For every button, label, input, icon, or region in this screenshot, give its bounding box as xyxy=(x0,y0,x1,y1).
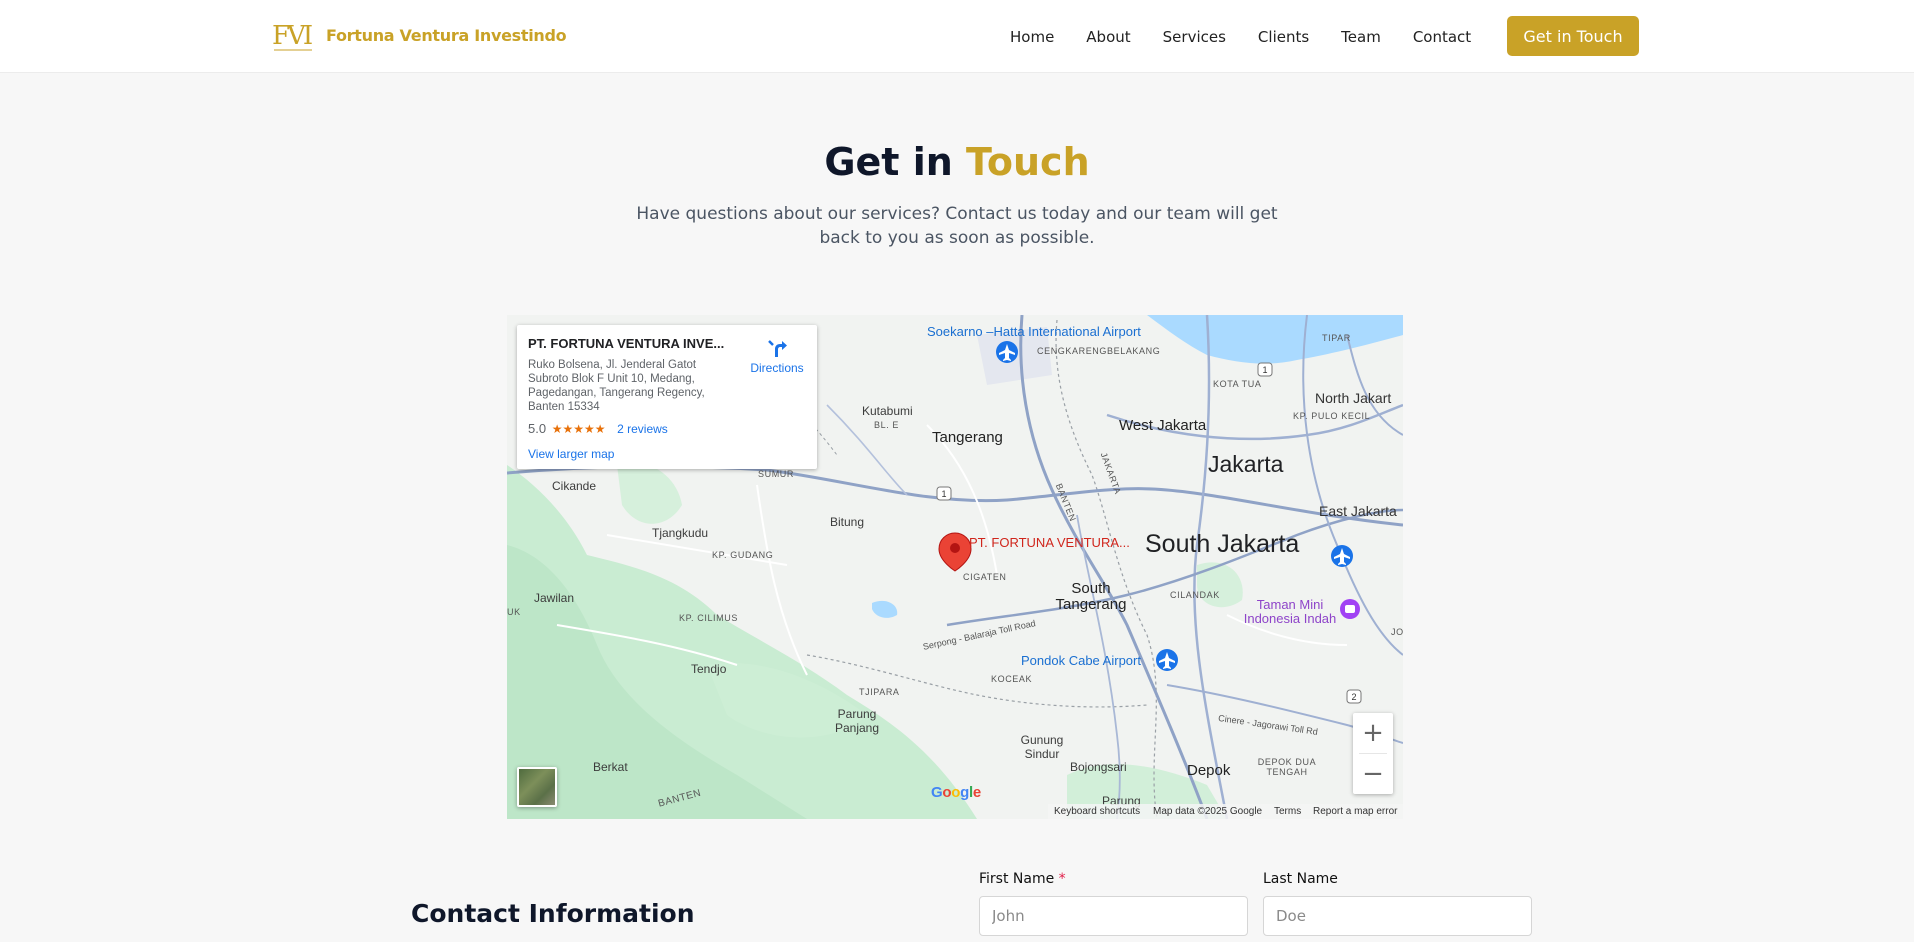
google-logo: Google xyxy=(931,784,981,801)
directions-button[interactable]: Directions xyxy=(745,337,809,375)
map-label: Gunung Sindur xyxy=(1020,733,1064,761)
reviews-link[interactable]: 2 reviews xyxy=(617,422,668,436)
map-label: Tjangkudu xyxy=(652,526,709,540)
map-label: CILANDAK xyxy=(1170,590,1220,600)
last-name-label: Last Name xyxy=(1263,871,1338,887)
nav-home[interactable]: Home xyxy=(1010,28,1054,46)
page-subtitle: Have questions about our services? Conta… xyxy=(636,204,1278,248)
brand-name: Fortuna Ventura Investindo xyxy=(326,25,567,45)
map-data-text: Map data ©2025 Google xyxy=(1153,806,1263,817)
svg-text:2: 2 xyxy=(1351,692,1356,702)
page-title: Get in Touch xyxy=(0,140,1914,184)
first-name-label: First Name * xyxy=(979,871,1066,887)
rating-stars-icon: ★★★★★ xyxy=(551,422,606,436)
map-label-airport: Pondok Cabe Airport xyxy=(1021,653,1141,668)
site-header: FVI Fortuna Ventura Investindo Home Abou… xyxy=(0,0,1914,73)
map-label: Jakarta xyxy=(1208,451,1284,477)
road-shield-icon: 1 xyxy=(1257,362,1273,377)
first-name-label-text: First Name xyxy=(979,871,1055,887)
place-name: PT. FORTUNA VENTURA INVE... xyxy=(528,336,725,351)
map-label: CIGATEN xyxy=(963,572,1007,582)
required-mark: * xyxy=(1058,871,1066,887)
nav-services[interactable]: Services xyxy=(1163,28,1226,46)
place-info-card: PT. FORTUNA VENTURA INVE... Ruko Bolsena… xyxy=(517,325,817,469)
map-label: BL. E xyxy=(874,420,900,430)
road-shield-icon: 1 xyxy=(936,486,952,501)
map-label: CENGKARENGBELAKANG xyxy=(1037,346,1161,356)
map-label: Taman Mini Indonesia Indah xyxy=(1243,597,1337,626)
last-name-input[interactable] xyxy=(1263,896,1532,936)
zoom-in-button[interactable]: + xyxy=(1353,713,1393,753)
rating-value: 5.0 xyxy=(528,421,547,436)
map-label: KOCEAK xyxy=(991,674,1033,684)
svg-text:FVI: FVI xyxy=(272,21,312,51)
map-label: Tendjo xyxy=(691,662,727,676)
satellite-layer-toggle[interactable] xyxy=(517,767,557,807)
contact-information-heading: Contact Information xyxy=(411,899,695,928)
get-in-touch-button[interactable]: Get in Touch xyxy=(1507,16,1639,56)
map-label: West Jakarta xyxy=(1119,417,1207,434)
title-part-1: Get in xyxy=(824,140,953,184)
logo-mark-icon: FVI xyxy=(272,21,315,51)
title-accent: Touch xyxy=(966,140,1090,184)
map-label: Cikande xyxy=(552,479,597,493)
map-label: TJIPARA xyxy=(859,687,900,697)
map-label: Bitung xyxy=(830,515,865,529)
map-label: Tangerang xyxy=(932,429,1003,446)
report-map-error-link[interactable]: Report a map error xyxy=(1313,806,1397,817)
map-label: Kutabumi xyxy=(862,404,913,418)
map-label: Parung Panjang xyxy=(834,707,880,735)
map-label: Depok xyxy=(1187,762,1231,779)
map-label: East Jakarta xyxy=(1319,503,1397,519)
road-shield-icon: 2 xyxy=(1346,689,1362,704)
first-name-input[interactable] xyxy=(979,896,1248,936)
map-label: DEPOK DUA TENGAH xyxy=(1257,757,1317,777)
map-label: KP. CILIMUS xyxy=(679,613,738,623)
zoom-out-button[interactable]: − xyxy=(1353,754,1393,794)
map-label: Berkat xyxy=(593,760,628,774)
map-label-airport: Soekarno –Hatta International Airport xyxy=(927,324,1141,339)
nav-team[interactable]: Team xyxy=(1341,28,1381,46)
terms-link[interactable]: Terms xyxy=(1274,806,1301,817)
map-label: Bojongsari xyxy=(1070,760,1127,774)
map-label: SUMUR xyxy=(758,469,794,479)
map-label: KP. PULO KECIL xyxy=(1293,411,1371,421)
nav-about[interactable]: About xyxy=(1086,28,1130,46)
main-nav: Home About Services Clients Team Contact xyxy=(1010,0,1503,73)
svg-text:1: 1 xyxy=(1262,365,1267,375)
place-address: Ruko Bolsena, Jl. Jenderal Gatot Subroto… xyxy=(528,359,705,413)
map-label: UK xyxy=(507,607,521,617)
map-label: JO xyxy=(1391,627,1403,637)
map-attribution: Keyboard shortcuts Map data ©2025 Google… xyxy=(507,804,1403,819)
map-label: Jawilan xyxy=(534,591,575,605)
map-label: South Tangerang xyxy=(1055,580,1127,613)
nav-contact[interactable]: Contact xyxy=(1413,28,1471,46)
view-larger-map-link[interactable]: View larger map xyxy=(528,447,614,461)
map-label: KOTA TUA xyxy=(1213,379,1262,389)
pin-label[interactable]: PT. FORTUNA VENTURA... xyxy=(969,536,1130,550)
map-label: South Jakarta xyxy=(1145,530,1300,558)
place-rating: 5.0 ★★★★★ 2 reviews xyxy=(528,421,668,436)
svg-text:1: 1 xyxy=(941,489,946,499)
directions-label: Directions xyxy=(750,361,804,375)
map-label: North Jakart xyxy=(1315,390,1392,406)
site-logo[interactable]: FVI Fortuna Ventura Investindo xyxy=(272,16,567,54)
google-map-embed[interactable]: 1 1 2 Soekarno –Hatta International Airp… xyxy=(507,315,1403,819)
map-label: TIPAR xyxy=(1322,333,1351,343)
zoom-controls: + − xyxy=(1353,713,1393,794)
map-label: KP. GUDANG xyxy=(712,550,774,560)
nav-clients[interactable]: Clients xyxy=(1258,28,1309,46)
directions-icon xyxy=(768,340,787,357)
keyboard-shortcuts-link[interactable]: Keyboard shortcuts xyxy=(1054,806,1140,817)
